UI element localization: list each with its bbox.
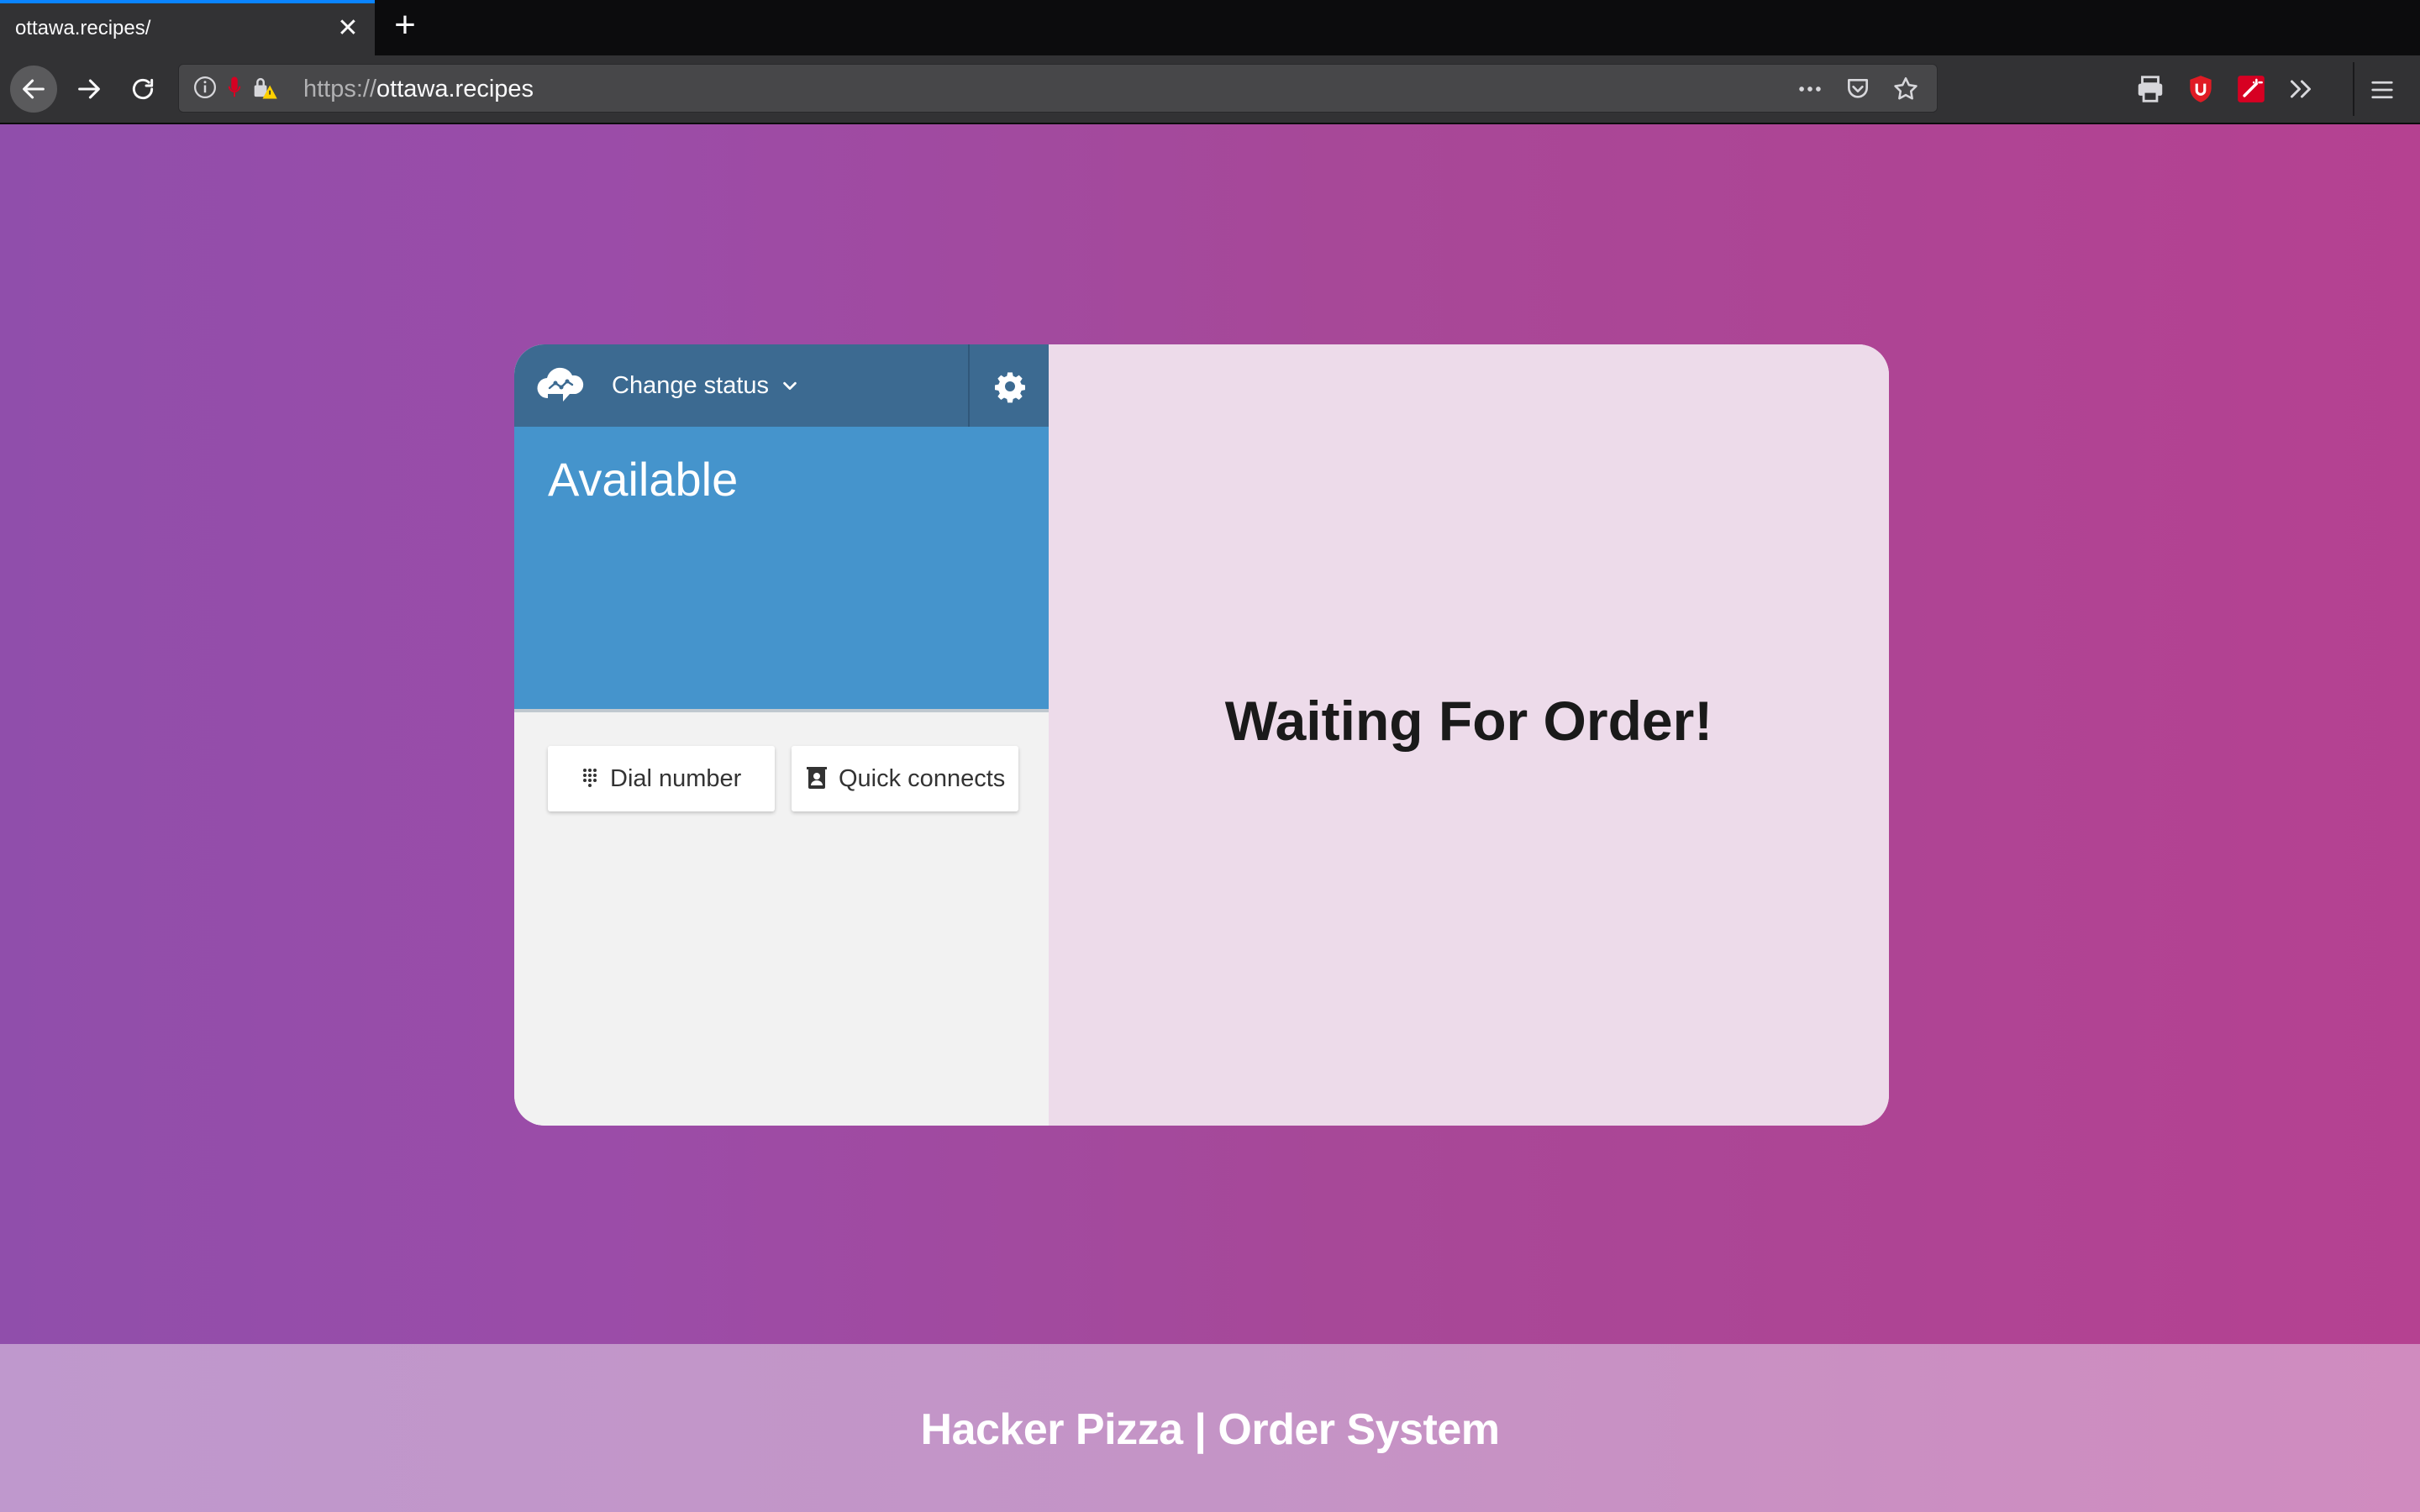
order-card: Change status Available Dial number Quic… bbox=[514, 344, 1889, 1126]
new-tab-icon[interactable]: + bbox=[388, 7, 422, 44]
site-identity[interactable] bbox=[192, 75, 278, 100]
agent-status-text: Available bbox=[548, 453, 739, 506]
contact-book-icon bbox=[807, 767, 827, 789]
microphone-icon[interactable] bbox=[226, 75, 243, 100]
agent-status-panel: Available bbox=[514, 427, 1049, 712]
overflow-chevrons-icon[interactable] bbox=[2286, 74, 2316, 104]
close-tab-icon[interactable]: ✕ bbox=[334, 15, 361, 42]
order-status-heading: Waiting For Order! bbox=[1224, 690, 1713, 752]
quick-connects-label: Quick connects bbox=[839, 764, 1006, 792]
back-button[interactable] bbox=[10, 66, 57, 113]
cloud-chat-icon bbox=[537, 367, 584, 402]
browser-tab[interactable]: ottawa.recipes/ ✕ bbox=[0, 0, 375, 55]
page-actions-icon[interactable] bbox=[1796, 75, 1824, 103]
url-protocol: https:// bbox=[303, 76, 377, 102]
order-panel: Waiting For Order! bbox=[1049, 344, 1889, 1126]
ccp-header: Change status bbox=[514, 344, 1049, 427]
change-status-label: Change status bbox=[612, 371, 770, 399]
toolbar-separator bbox=[2353, 62, 2354, 116]
back-arrow-icon bbox=[23, 79, 45, 99]
header-divider bbox=[968, 344, 970, 427]
print-icon[interactable] bbox=[2134, 73, 2166, 105]
insecure-lock-icon[interactable] bbox=[251, 75, 278, 100]
address-bar[interactable]: https://ottawa.recipes bbox=[178, 64, 1938, 113]
url-host: ottawa.recipes bbox=[376, 76, 534, 102]
footer: Hacker Pizza | Order System bbox=[0, 1344, 2420, 1512]
reload-icon bbox=[132, 78, 154, 100]
footer-text: Hacker Pizza | Order System bbox=[920, 1405, 1500, 1454]
quick-connects-button[interactable]: Quick connects bbox=[792, 746, 1018, 811]
ublock-shield-icon[interactable] bbox=[2185, 73, 2217, 105]
chevron-down-icon bbox=[783, 381, 797, 391]
dial-number-button[interactable]: Dial number bbox=[548, 746, 775, 811]
gear-icon[interactable] bbox=[993, 370, 1027, 403]
info-icon[interactable] bbox=[192, 75, 218, 100]
forward-button[interactable] bbox=[66, 66, 113, 113]
hamburger-menu-icon[interactable] bbox=[2370, 77, 2395, 102]
reload-button[interactable] bbox=[119, 66, 166, 113]
pocket-icon[interactable] bbox=[1844, 76, 1871, 102]
change-status-dropdown[interactable]: Change status bbox=[612, 344, 799, 427]
dialpad-icon bbox=[583, 769, 597, 787]
extension-wand-icon[interactable] bbox=[2235, 73, 2267, 105]
forward-arrow-icon bbox=[78, 79, 100, 99]
dial-number-label: Dial number bbox=[610, 764, 742, 792]
tab-strip: ottawa.recipes/ ✕ + bbox=[0, 0, 2420, 55]
contact-control-panel: Change status Available Dial number Quic… bbox=[514, 344, 1049, 1126]
bookmark-star-icon[interactable] bbox=[1891, 75, 1920, 103]
url-text[interactable]: https://ottawa.recipes bbox=[303, 76, 534, 103]
navigation-toolbar: https://ottawa.recipes bbox=[0, 55, 2420, 124]
tab-title: ottawa.recipes/ bbox=[15, 17, 151, 39]
page-background: Change status Available Dial number Quic… bbox=[0, 124, 2420, 1512]
